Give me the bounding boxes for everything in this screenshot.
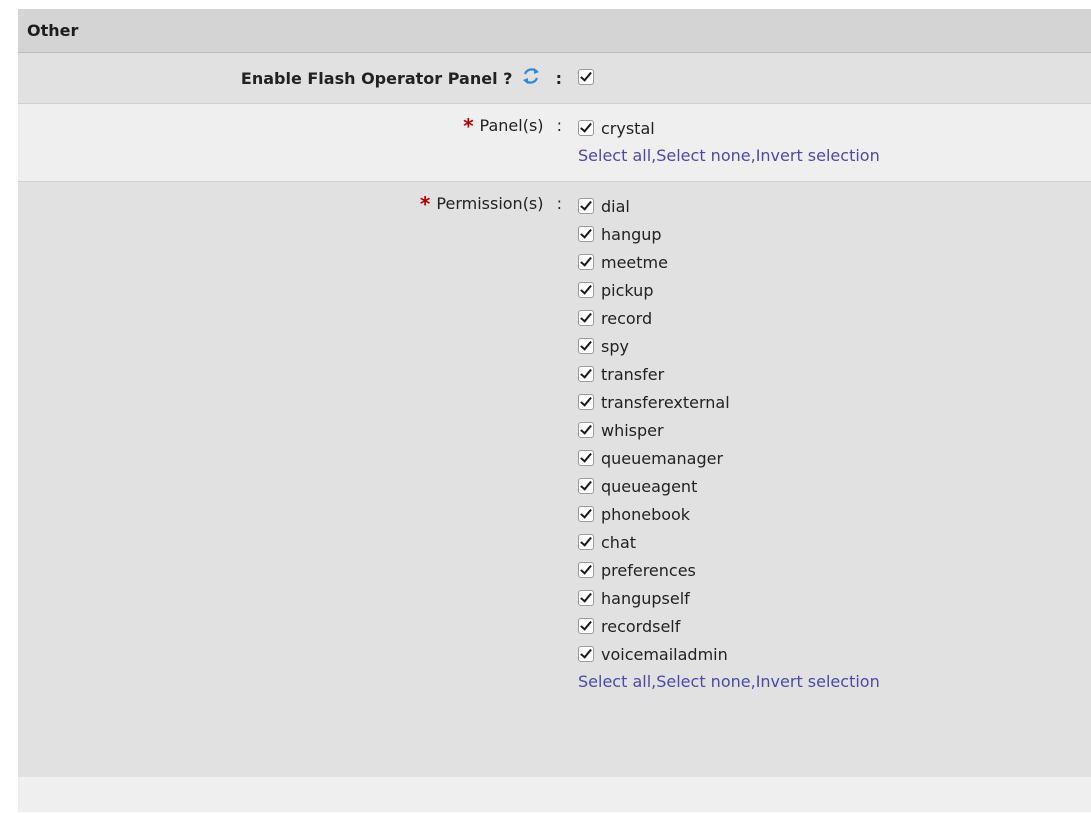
permission-option-label: chat	[601, 532, 637, 552]
permission-option-label: queuemanager	[601, 448, 724, 468]
permission-option[interactable]: recordself	[578, 612, 1091, 640]
permission-option[interactable]: meetme	[578, 248, 1091, 276]
permission-option-label: voicemailadmin	[601, 644, 728, 664]
other-section: Other Enable Flash Operator Panel ? : * P…	[18, 9, 1091, 812]
required-mark: *	[463, 114, 474, 138]
required-mark: *	[419, 192, 431, 216]
permission-checkbox[interactable]	[578, 450, 594, 466]
permission-checkbox[interactable]	[578, 282, 594, 298]
permission-option-label: meetme	[601, 252, 668, 272]
permission-option-label: phonebook	[601, 504, 691, 524]
select-none-link[interactable]: Select none	[656, 146, 750, 165]
invert-selection-link[interactable]: Invert selection	[756, 672, 880, 691]
permissions-field: dial hangup meetme pickup record spy transfer t…	[578, 182, 1091, 777]
permission-option[interactable]: queuemanager	[578, 444, 1091, 472]
permission-option-label: recordself	[601, 616, 681, 636]
permission-checkbox[interactable]	[578, 534, 594, 550]
permission-option-label: transferexternal	[601, 392, 730, 412]
invert-selection-link[interactable]: Invert selection	[756, 146, 880, 165]
permission-option[interactable]: hangup	[578, 220, 1091, 248]
permission-checkbox[interactable]	[578, 478, 594, 494]
permission-option[interactable]: chat	[578, 528, 1091, 556]
permission-checkbox[interactable]	[578, 646, 594, 662]
permissions-list: dial hangup meetme pickup record spy transfer t…	[578, 192, 1091, 668]
permission-checkbox[interactable]	[578, 422, 594, 438]
empty-row	[18, 777, 1091, 812]
panels-label: Panel(s)	[479, 116, 544, 135]
permission-option[interactable]: record	[578, 304, 1091, 332]
enable-fop-colon: :	[555, 69, 562, 88]
permission-checkbox[interactable]	[578, 590, 594, 606]
permission-option[interactable]: hangupself	[578, 584, 1091, 612]
permission-option[interactable]: dial	[578, 192, 1091, 220]
permission-checkbox[interactable]	[578, 338, 594, 354]
permission-option[interactable]: voicemailadmin	[578, 640, 1091, 668]
permission-option-label: whisper	[601, 420, 664, 440]
refresh-icon[interactable]	[520, 65, 542, 87]
panel-option-label: crystal	[601, 118, 655, 138]
enable-fop-checkbox[interactable]	[578, 69, 594, 85]
permissions-label: Permission(s)	[436, 194, 544, 213]
permission-option[interactable]: transferexternal	[578, 388, 1091, 416]
enable-fop-label: Enable Flash Operator Panel ?	[240, 69, 513, 88]
permission-checkbox[interactable]	[578, 226, 594, 242]
permission-checkbox[interactable]	[578, 394, 594, 410]
permission-option[interactable]: spy	[578, 332, 1091, 360]
permission-checkbox[interactable]	[578, 198, 594, 214]
panels-selection-links: Select all, Select none, Invert selectio…	[578, 142, 1091, 168]
permission-option-label: queueagent	[601, 476, 698, 496]
permission-checkbox[interactable]	[578, 310, 594, 326]
permission-option-label: dial	[601, 196, 630, 216]
permissions-row: * Permission(s) : dial hangup meetme pickup r…	[18, 182, 1091, 777]
permission-option[interactable]: queueagent	[578, 472, 1091, 500]
panels-field: crystal Select all, Select none, Invert …	[578, 104, 1091, 181]
permission-option-label: record	[601, 308, 653, 328]
permission-option-label: spy	[601, 336, 629, 356]
panels-colon: :	[556, 116, 562, 135]
panels-label-cell: * Panel(s) :	[18, 104, 578, 181]
permission-option[interactable]: preferences	[578, 556, 1091, 584]
select-all-link[interactable]: Select all	[578, 146, 651, 165]
enable-fop-row: Enable Flash Operator Panel ? :	[18, 53, 1091, 104]
permission-checkbox[interactable]	[578, 562, 594, 578]
permission-option-label: preferences	[601, 560, 696, 580]
permission-option[interactable]: transfer	[578, 360, 1091, 388]
panels-row: * Panel(s) : crystal Select all, Select n…	[18, 104, 1091, 182]
select-none-link[interactable]: Select none	[656, 672, 750, 691]
permissions-colon: :	[556, 194, 562, 213]
permission-checkbox[interactable]	[578, 618, 594, 634]
permission-option-label: transfer	[601, 364, 665, 384]
permissions-label-cell: * Permission(s) :	[18, 182, 578, 777]
permissions-selection-links: Select all, Select none, Invert selectio…	[578, 668, 1091, 694]
section-title: Other	[18, 9, 1091, 53]
enable-fop-field	[578, 53, 1091, 103]
permission-option-label: hangup	[601, 224, 662, 244]
permission-option-label: hangupself	[601, 588, 690, 608]
permission-option[interactable]: whisper	[578, 416, 1091, 444]
permission-checkbox[interactable]	[578, 366, 594, 382]
select-all-link[interactable]: Select all	[578, 672, 651, 691]
panel-checkbox[interactable]	[578, 120, 594, 136]
permission-checkbox[interactable]	[578, 254, 594, 270]
permission-option[interactable]: phonebook	[578, 500, 1091, 528]
permission-option-label: pickup	[601, 280, 654, 300]
permission-option[interactable]: pickup	[578, 276, 1091, 304]
permission-checkbox[interactable]	[578, 506, 594, 522]
panel-option[interactable]: crystal	[578, 114, 1091, 142]
enable-fop-label-cell: Enable Flash Operator Panel ? :	[18, 53, 578, 103]
